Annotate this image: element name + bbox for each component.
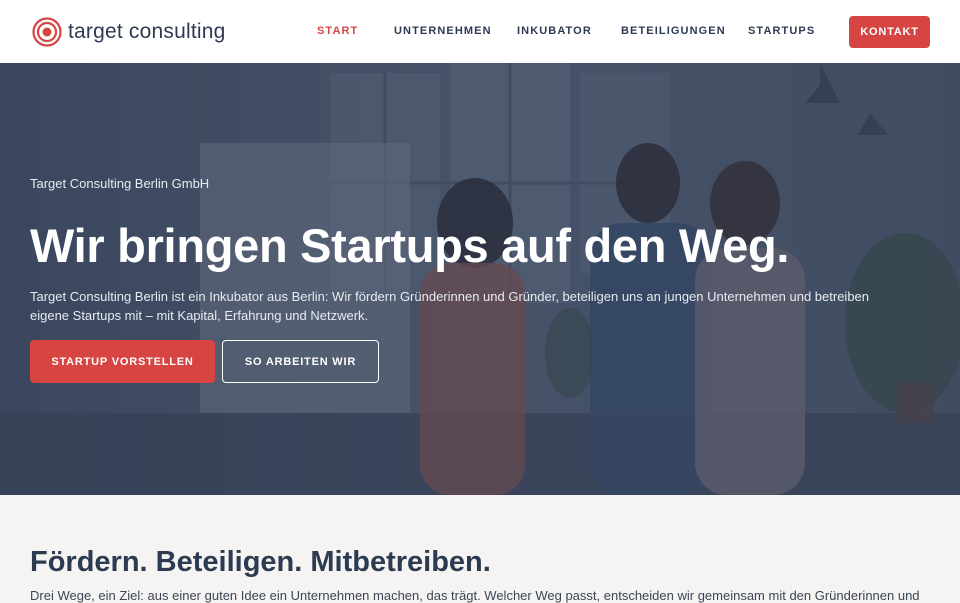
section-text: Drei Wege, ein Ziel: aus einer guten Ide… bbox=[30, 588, 920, 603]
hero-section: Target Consulting Berlin GmbH Wir bringe… bbox=[0, 63, 960, 495]
hero-eyebrow: Target Consulting Berlin GmbH bbox=[30, 176, 210, 191]
main-nav: START UNTERNEHMEN INKUBATOR BETEILIGUNGE… bbox=[0, 0, 960, 63]
so-arbeiten-wir-button[interactable]: SO ARBEITEN WIR bbox=[222, 340, 379, 383]
contact-button[interactable]: KONTAKT bbox=[849, 16, 930, 48]
nav-item-start[interactable]: START bbox=[317, 24, 358, 38]
section-title: Fördern. Beteiligen. Mitbetreiben. bbox=[30, 546, 491, 578]
site-header: target consulting START UNTERNEHMEN INKU… bbox=[0, 0, 960, 63]
hero-overlay bbox=[0, 63, 960, 495]
nav-item-inkubator[interactable]: INKUBATOR bbox=[517, 24, 592, 38]
nav-item-beteiligungen[interactable]: BETEILIGUNGEN bbox=[621, 24, 726, 38]
nav-item-unternehmen[interactable]: UNTERNEHMEN bbox=[394, 24, 492, 38]
nav-item-startups[interactable]: STARTUPS bbox=[748, 24, 815, 38]
hero-description: Target Consulting Berlin ist ein Inkubat… bbox=[30, 289, 870, 323]
hero-title: Wir bringen Startups auf den Weg. bbox=[30, 219, 790, 272]
intro-section: Fördern. Beteiligen. Mitbetreiben. Drei … bbox=[0, 495, 960, 603]
startup-vorstellen-button[interactable]: STARTUP VORSTELLEN bbox=[30, 340, 215, 383]
